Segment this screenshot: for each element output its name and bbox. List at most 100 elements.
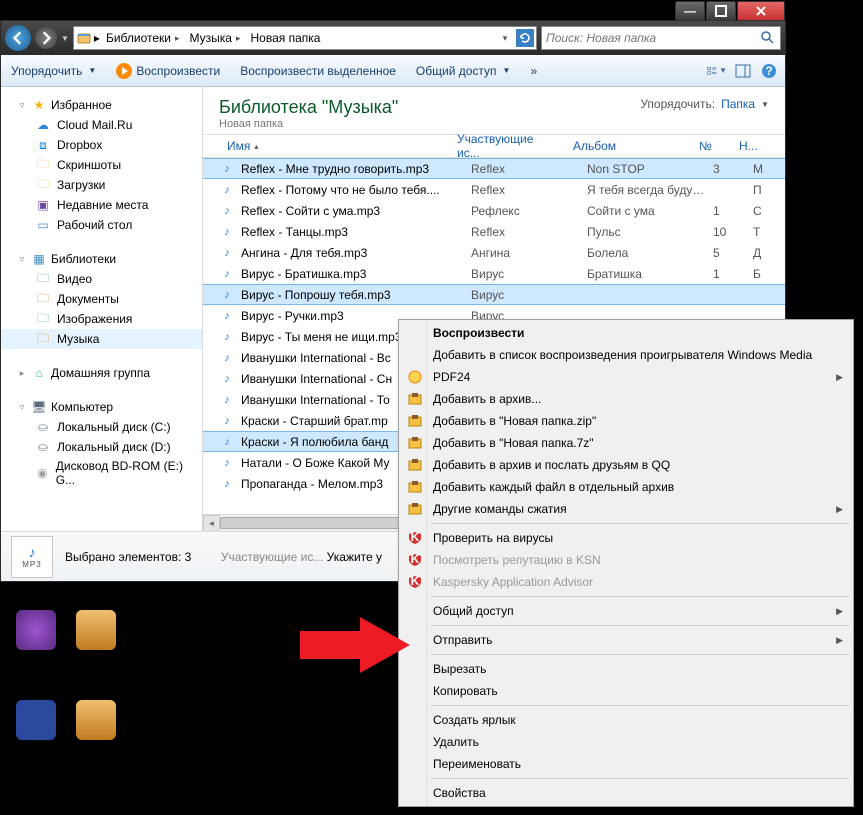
context-menu-item[interactable]: Воспроизвести: [401, 322, 851, 344]
history-dropdown-icon[interactable]: ▼: [61, 34, 69, 43]
context-menu-item[interactable]: Создать ярлык: [401, 709, 851, 731]
folder-icon: 🗀: [35, 157, 51, 173]
music-file-icon: ♪: [219, 245, 235, 261]
refresh-button[interactable]: [516, 29, 534, 47]
context-menu-item[interactable]: Добавить каждый файл в отдельный архив: [401, 476, 851, 498]
sidebar-item[interactable]: ☁Cloud Mail.Ru: [1, 115, 202, 135]
sidebar-item[interactable]: 🗀Документы: [1, 289, 202, 309]
scroll-left-button[interactable]: ◂: [203, 515, 220, 532]
view-button[interactable]: ▼: [707, 61, 727, 81]
arrange-by[interactable]: Упорядочить: Папка ▼: [640, 97, 769, 111]
context-menu-item[interactable]: Добавить в "Новая папка.zip": [401, 410, 851, 432]
play-icon: [116, 63, 132, 79]
breadcrumb-segment[interactable]: Музыка▸: [184, 27, 245, 49]
organize-button[interactable]: Упорядочить▼: [7, 62, 100, 80]
column-number[interactable]: №: [691, 139, 731, 153]
context-menu-item[interactable]: Другие команды сжатия▶: [401, 498, 851, 520]
file-row[interactable]: ♪Вирус - Попрошу тебя.mp3Вирус: [203, 284, 785, 305]
context-menu-item[interactable]: PDF24▶: [401, 366, 851, 388]
arch-icon: [407, 457, 423, 473]
music-file-icon: ♪: [219, 476, 235, 492]
desktop-icon[interactable]: [70, 700, 122, 742]
sidebar-item[interactable]: ▣Недавние места: [1, 195, 202, 215]
sidebar-item-music[interactable]: 🗀Музыка: [1, 329, 202, 349]
documents-icon: 🗀: [35, 291, 51, 307]
context-menu-item[interactable]: Добавить в архив и послать друзьям в QQ: [401, 454, 851, 476]
music-file-icon: ♪: [219, 266, 235, 282]
submenu-arrow-icon: ▶: [836, 372, 843, 383]
sidebar-item[interactable]: ⛀Локальный диск (D:): [1, 437, 202, 457]
help-button[interactable]: ?: [759, 61, 779, 81]
file-row[interactable]: ♪Reflex - Танцы.mp3ReflexПульс10Т: [203, 221, 785, 242]
music-file-icon: ♪: [219, 413, 235, 429]
context-menu-item[interactable]: Добавить в архив...: [401, 388, 851, 410]
library-icon: [76, 30, 92, 46]
hdd-icon: ⛀: [35, 419, 51, 435]
context-menu-item[interactable]: Добавить в список воспроизведения проигр…: [401, 344, 851, 366]
play-button[interactable]: Воспроизвести: [112, 61, 224, 81]
context-menu-item[interactable]: Переименовать: [401, 753, 851, 775]
cloud-icon: ☁: [35, 117, 51, 133]
collapse-icon: ▿: [17, 254, 27, 265]
file-row[interactable]: ♪Reflex - Сойти с ума.mp3РефлексСойти с …: [203, 200, 785, 221]
file-row[interactable]: ♪Reflex - Мне трудно говорить.mp3ReflexN…: [203, 158, 785, 179]
preview-pane-button[interactable]: [733, 61, 753, 81]
submenu-arrow-icon: ▶: [836, 606, 843, 617]
desktop-icon: ▭: [35, 217, 51, 233]
toolbar-overflow-button[interactable]: »: [526, 62, 541, 80]
context-menu-item[interactable]: Свойства: [401, 782, 851, 804]
address-bar[interactable]: ▸ Библиотеки▸ Музыка▸ Новая папка ▾: [73, 26, 537, 50]
minimize-button[interactable]: —: [675, 1, 705, 21]
file-row[interactable]: ♪Вирус - Братишка.mp3ВирусБратишка1Б: [203, 263, 785, 284]
music-file-icon: ♪: [219, 392, 235, 408]
search-input[interactable]: Поиск: Новая папка: [541, 26, 781, 50]
context-menu-item[interactable]: KПроверить на вирусы: [401, 527, 851, 549]
back-button[interactable]: [5, 25, 31, 51]
column-last[interactable]: Н...: [731, 139, 761, 153]
column-name[interactable]: Имя▴: [219, 139, 449, 153]
sidebar-item[interactable]: ⛀Локальный диск (C:): [1, 417, 202, 437]
context-menu-item[interactable]: Отправить▶: [401, 629, 851, 651]
file-row[interactable]: ♪Ангина - Для тебя.mp3АнгинаБолела5Д: [203, 242, 785, 263]
share-button[interactable]: Общий доступ▼: [412, 62, 515, 80]
column-artists[interactable]: Участвующие ис...: [449, 132, 565, 160]
sidebar-item[interactable]: 🗀Скриншоты: [1, 155, 202, 175]
sidebar-group-favorites[interactable]: ▿ ★ Избранное: [1, 95, 202, 115]
sidebar-item[interactable]: 🗀Изображения: [1, 309, 202, 329]
sidebar-group-homegroup[interactable]: ▸ ⌂ Домашняя группа: [1, 363, 202, 383]
chevron-down-icon[interactable]: ▾: [496, 33, 514, 44]
desktop-icon[interactable]: [10, 610, 62, 652]
forward-button[interactable]: [35, 27, 57, 49]
disc-icon: ◉: [35, 465, 50, 481]
svg-text:K: K: [411, 575, 420, 588]
music-note-icon: ♪: [29, 544, 36, 560]
sidebar-item[interactable]: ⧈Dropbox: [1, 135, 202, 155]
context-menu-item[interactable]: Копировать: [401, 680, 851, 702]
desktop-icon[interactable]: [70, 610, 122, 652]
close-button[interactable]: [737, 1, 785, 21]
music-file-icon: ♪: [219, 161, 235, 177]
status-artists-value[interactable]: Укажите у: [327, 550, 382, 564]
sidebar-item[interactable]: ◉Дисковод BD-ROM (E:) G...: [1, 457, 202, 489]
folder-icon: 🗀: [35, 177, 51, 193]
desktop-icon[interactable]: [10, 700, 62, 742]
context-menu-item[interactable]: Удалить: [401, 731, 851, 753]
music-file-icon: ♪: [219, 329, 235, 345]
column-album[interactable]: Альбом: [565, 139, 691, 153]
context-menu-item[interactable]: Общий доступ▶: [401, 600, 851, 622]
context-menu-item[interactable]: Добавить в "Новая папка.7z": [401, 432, 851, 454]
sidebar-group-computer[interactable]: ▿ 🖥 Компьютер: [1, 397, 202, 417]
search-icon: [760, 30, 776, 46]
maximize-button[interactable]: [706, 1, 736, 21]
sidebar-group-libraries[interactable]: ▿ ▦ Библиотеки: [1, 249, 202, 269]
play-selection-button[interactable]: Воспроизвести выделенное: [236, 62, 400, 80]
breadcrumb-segment[interactable]: Библиотеки▸: [100, 27, 184, 49]
breadcrumb-segment[interactable]: Новая папка: [244, 27, 324, 49]
context-menu-item[interactable]: Вырезать: [401, 658, 851, 680]
pictures-icon: 🗀: [35, 311, 51, 327]
file-row[interactable]: ♪Reflex - Потому что не было тебя....Ref…: [203, 179, 785, 200]
sidebar-item[interactable]: ▭Рабочий стол: [1, 215, 202, 235]
sidebar-item[interactable]: 🗀Загрузки: [1, 175, 202, 195]
sidebar-item[interactable]: 🗀Видео: [1, 269, 202, 289]
recent-icon: ▣: [35, 197, 51, 213]
